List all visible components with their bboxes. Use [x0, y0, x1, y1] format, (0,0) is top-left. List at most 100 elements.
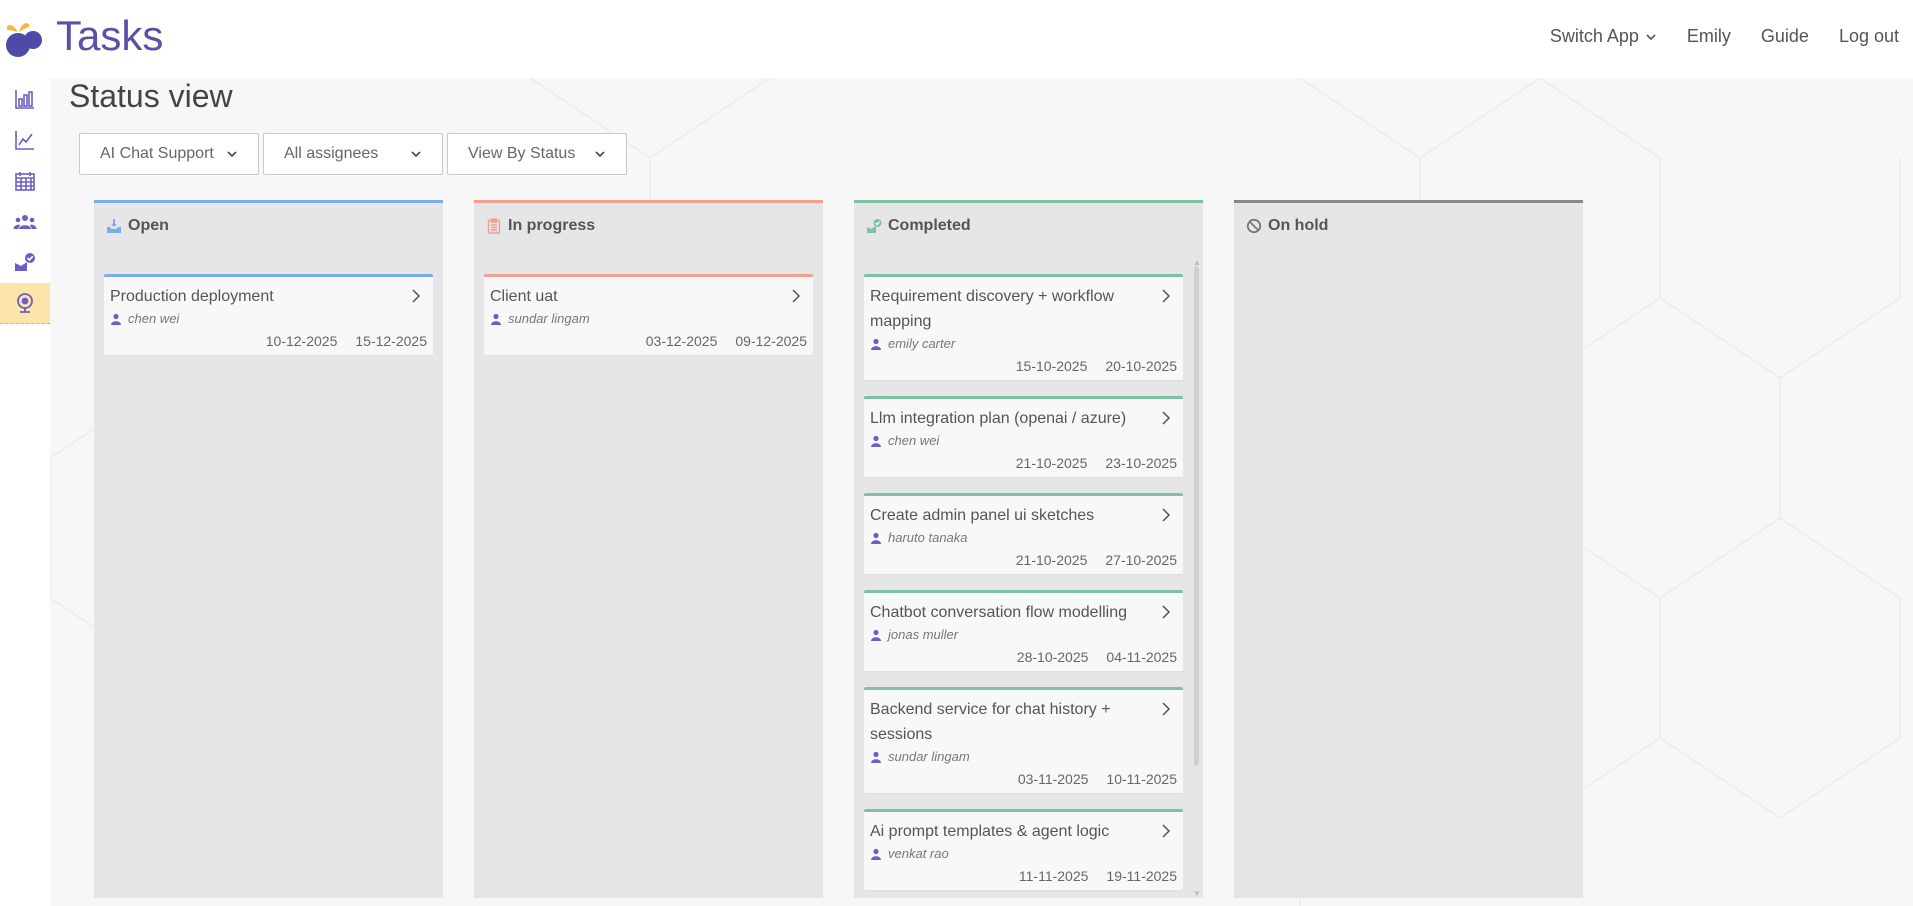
page-title: Status view [69, 78, 233, 114]
inbox-download-icon [107, 219, 121, 233]
end-date: 04-11-2025 [1106, 649, 1177, 665]
task-card[interactable]: Production deployment chen wei 10-12-2025 1… [104, 274, 433, 355]
app-title: Tasks [56, 12, 164, 59]
view-mode-select[interactable]: View By Status [447, 133, 627, 175]
task-assignee: sundar lingam [490, 311, 807, 326]
end-date: 27-10-2025 [1105, 552, 1177, 568]
assignee-name: venkat rao [888, 846, 949, 861]
assignee-name: sundar lingam [888, 749, 970, 764]
sidebar-item-dashboard[interactable] [0, 78, 50, 119]
guide-link[interactable]: Guide [1761, 26, 1809, 47]
user-icon [871, 848, 881, 860]
task-title: Create admin panel ui sketches [870, 507, 1095, 524]
sidebar-item-team[interactable] [0, 201, 50, 242]
app-logo[interactable] [4, 18, 46, 60]
scrollbar-thumb[interactable] [1194, 266, 1199, 766]
switch-app-label: Switch App [1549, 26, 1639, 46]
user-icon [871, 435, 881, 447]
chevron-right-icon[interactable] [1161, 702, 1171, 716]
column-header: Completed [866, 217, 971, 235]
start-date: 28-10-2025 [1016, 649, 1089, 665]
start-date: 15-10-2025 [1015, 358, 1088, 374]
sidebar [0, 78, 50, 906]
user-menu[interactable]: Emily [1687, 26, 1731, 47]
assignee-name: sundar lingam [508, 311, 590, 326]
start-date: 10-12-2025 [265, 333, 338, 349]
chevron-down-icon [1646, 33, 1656, 40]
user-icon [871, 629, 881, 641]
task-assignee: sundar lingam [870, 749, 1177, 764]
sidebar-item-reports[interactable] [0, 119, 50, 160]
user-icon [491, 313, 501, 325]
task-assignee: chen wei [870, 433, 1177, 448]
task-card[interactable]: Backend service for chat history + sessi… [864, 687, 1183, 793]
chevron-down-icon [227, 151, 237, 158]
start-date: 21-10-2025 [1015, 552, 1088, 568]
column-cards: Client uat sundar lingam 03-12-2025 09-12-2… [484, 274, 813, 898]
main-content: Status view AI Chat Support All assignee… [50, 78, 1913, 906]
assignee-name: chen wei [888, 433, 940, 448]
sidebar-item-status-view[interactable] [0, 283, 50, 324]
scroll-down-icon[interactable]: ▼ [1193, 889, 1201, 898]
column-title: In progress [508, 217, 596, 234]
logout-label: Log out [1838, 26, 1899, 46]
team-icon [13, 214, 37, 229]
task-assignee: jonas muller [870, 627, 1177, 642]
bar-chart-icon [15, 89, 34, 109]
task-card[interactable]: Create admin panel ui sketches haruto tan… [864, 493, 1183, 574]
task-card[interactable]: Ai prompt templates & agent logic venkat … [864, 809, 1183, 890]
chevron-right-icon[interactable] [1161, 289, 1171, 303]
column-cards [1244, 274, 1573, 898]
task-title: Client uat [490, 288, 558, 305]
column-scrollbar[interactable]: ▲ ▼ [1193, 258, 1201, 898]
top-header: Tasks Switch App Emily Guide Log out [0, 0, 1913, 78]
assignee-select-value: All assignees [284, 145, 379, 162]
column-in-progress: In progress Client uat sundar lingam 03-12… [474, 200, 823, 898]
task-assignee: emily carter [870, 336, 1177, 351]
task-assignee: venkat rao [870, 846, 1177, 861]
task-dates: 10-12-2025 15-12-2025 [110, 333, 427, 349]
blocked-icon [1246, 218, 1262, 234]
column-title: Open [128, 217, 169, 234]
column-header: Open [106, 217, 169, 235]
task-dates: 11-11-2025 19-11-2025 [870, 868, 1177, 884]
end-date: 19-11-2025 [1106, 868, 1177, 884]
top-nav: Switch App Emily Guide Log out [1550, 26, 1899, 47]
task-card[interactable]: Client uat sundar lingam 03-12-2025 09-12-2… [484, 274, 813, 355]
chevron-right-icon[interactable] [1161, 411, 1171, 425]
assignee-name: haruto tanaka [888, 530, 968, 545]
chevron-right-icon[interactable] [791, 289, 801, 303]
task-card[interactable]: Requirement discovery + workflow mapping… [864, 274, 1183, 380]
task-dates: 03-12-2025 09-12-2025 [490, 333, 807, 349]
task-card[interactable]: Llm integration plan (openai / azure) che… [864, 396, 1183, 477]
user-icon [871, 338, 881, 350]
sidebar-item-calendar[interactable] [0, 160, 50, 201]
task-card[interactable]: Chatbot conversation flow modelling jonas… [864, 590, 1183, 671]
start-date: 11-11-2025 [1018, 868, 1089, 884]
guide-label: Guide [1760, 26, 1809, 46]
chevron-right-icon[interactable] [411, 289, 421, 303]
column-open: Open Production deployment chen wei 10-12-… [94, 200, 443, 898]
column-title: Completed [888, 217, 971, 234]
chevron-right-icon[interactable] [1161, 508, 1171, 522]
assignee-select[interactable]: All assignees [263, 133, 443, 175]
column-cards: Requirement discovery + workflow mapping… [864, 274, 1183, 898]
clipboard-icon [487, 218, 501, 234]
task-title: Production deployment [110, 288, 274, 305]
line-chart-icon [15, 130, 34, 150]
column-title: On hold [1268, 217, 1329, 234]
task-check-icon [15, 252, 35, 271]
project-select[interactable]: AI Chat Support [79, 133, 259, 175]
user-icon [871, 751, 881, 763]
switch-app-dropdown[interactable]: Switch App [1550, 26, 1657, 47]
task-dates: 21-10-2025 23-10-2025 [870, 455, 1177, 471]
chevron-right-icon[interactable] [1161, 605, 1171, 619]
assignee-name: chen wei [128, 311, 180, 326]
chevron-right-icon[interactable] [1161, 824, 1171, 838]
task-assignee: chen wei [110, 311, 427, 326]
sidebar-item-tasks[interactable] [0, 242, 50, 283]
logout-link[interactable]: Log out [1839, 26, 1899, 47]
task-dates: 15-10-2025 20-10-2025 [870, 358, 1177, 374]
end-date: 20-10-2025 [1105, 358, 1177, 374]
chevron-down-icon [411, 151, 421, 158]
